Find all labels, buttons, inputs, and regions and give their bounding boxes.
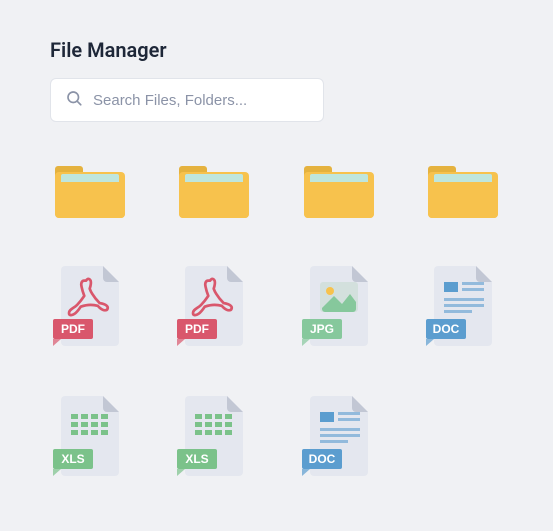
svg-text:DOC: DOC	[308, 452, 335, 466]
xls-file-icon: XLS	[177, 394, 251, 480]
folder-item[interactable]	[50, 162, 130, 220]
page-title: File Manager	[50, 38, 503, 62]
folder-icon	[177, 162, 251, 220]
doc-file-item[interactable]: DOC	[423, 264, 503, 350]
doc-file-icon: DOC	[426, 264, 500, 350]
doc-file-item[interactable]: DOC	[299, 394, 379, 480]
folder-item[interactable]	[299, 162, 379, 220]
folder-item[interactable]	[174, 162, 254, 220]
jpg-file-item[interactable]: JPG	[299, 264, 379, 350]
folder-item[interactable]	[423, 162, 503, 220]
pdf-file-icon: PDF	[53, 264, 127, 350]
xls-file-item[interactable]: XLS	[174, 394, 254, 480]
svg-text:PDF: PDF	[61, 322, 85, 336]
jpg-file-icon: JPG	[302, 264, 376, 350]
folder-icon	[302, 162, 376, 220]
xls-file-icon: XLS	[53, 394, 127, 480]
svg-text:XLS: XLS	[186, 452, 209, 466]
pdf-file-item[interactable]: PDF	[50, 264, 130, 350]
search-box[interactable]	[50, 78, 324, 122]
svg-text:XLS: XLS	[61, 452, 84, 466]
svg-text:PDF: PDF	[185, 322, 209, 336]
svg-text:DOC: DOC	[433, 322, 460, 336]
search-icon	[65, 89, 93, 111]
search-input[interactable]	[93, 92, 309, 109]
doc-file-icon: DOC	[302, 394, 376, 480]
folder-icon	[53, 162, 127, 220]
pdf-file-icon: PDF	[177, 264, 251, 350]
pdf-file-item[interactable]: PDF	[174, 264, 254, 350]
xls-file-item[interactable]: XLS	[50, 394, 130, 480]
file-grid: PDF PDF JPG	[50, 162, 503, 480]
folder-icon	[426, 162, 500, 220]
svg-text:JPG: JPG	[310, 322, 334, 336]
